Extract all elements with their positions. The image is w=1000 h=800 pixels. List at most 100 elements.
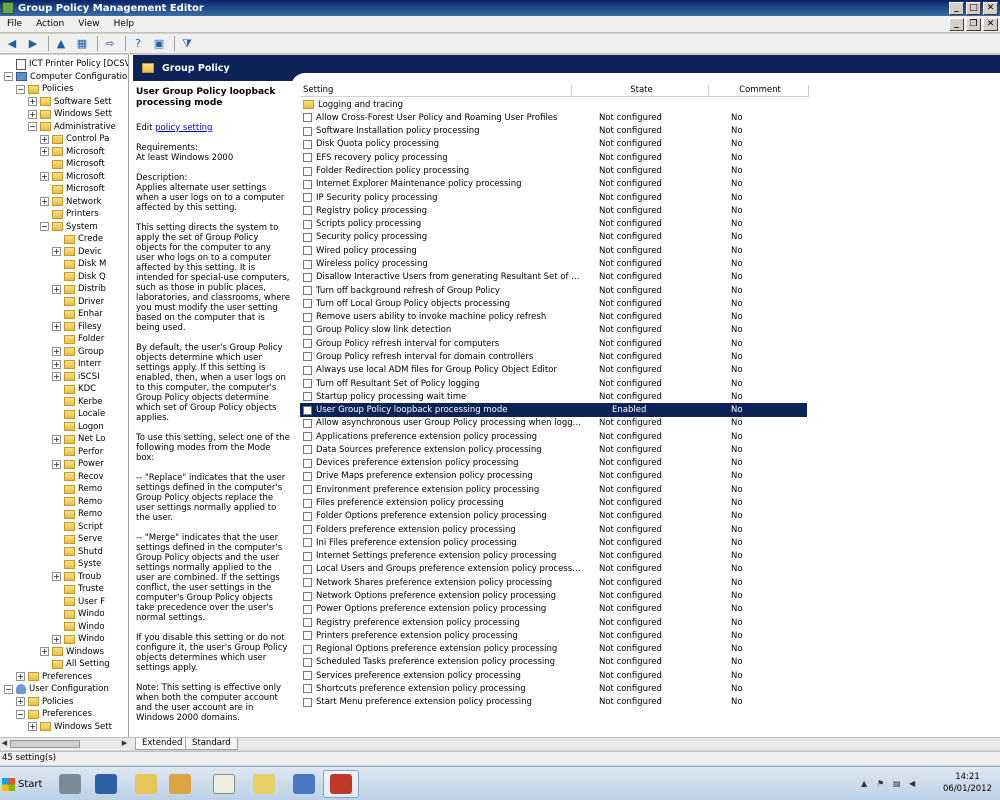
setting-row[interactable]: Registry policy processing Not configured… (300, 204, 807, 217)
tree-node[interactable]: − User Configuration (4, 683, 109, 695)
tree-node[interactable]: + Windows Sett (28, 108, 112, 120)
network-icon[interactable]: ▤ (893, 779, 903, 789)
tree-node[interactable]: Windo (52, 608, 105, 620)
setting-row[interactable]: Ini Files preference extension policy pr… (300, 536, 807, 549)
close-button[interactable]: ✕ (983, 1, 998, 15)
tree-node[interactable]: Shutd (52, 546, 103, 558)
setting-row[interactable]: Scripts policy processing Not configured N… (300, 218, 807, 231)
setting-row[interactable]: Registry preference extension policy pro… (300, 616, 807, 629)
collapse-icon[interactable]: − (40, 222, 49, 231)
collapse-icon[interactable]: − (4, 684, 13, 694)
tree-node[interactable]: + Power (52, 458, 104, 470)
collapse-icon[interactable]: − (4, 72, 13, 81)
setting-row[interactable]: Disallow Interactive Users from generati… (300, 271, 807, 284)
collapse-icon[interactable]: − (28, 122, 37, 131)
tree-node[interactable]: + Microsoft (40, 146, 105, 158)
tree-node[interactable]: + Policies (16, 696, 73, 708)
setting-row[interactable]: Network Shares preference extension poli… (300, 576, 807, 589)
tree-node[interactable]: Recov (52, 471, 104, 483)
tree-node[interactable]: − Policies (16, 83, 73, 95)
admin-tools-icon[interactable] (286, 770, 322, 798)
setting-row[interactable]: Folder Redirection policy processing Not … (300, 164, 807, 177)
tree-node[interactable]: + Software Sett (28, 96, 111, 108)
up-folder-icon[interactable]: ▲ (52, 36, 70, 52)
setting-row[interactable]: Disk Quota policy processing Not configur… (300, 138, 807, 151)
tree-node[interactable]: User F (52, 596, 105, 608)
tree-node[interactable]: ICT Printer Policy [DCSVR (4, 58, 128, 70)
setting-row[interactable]: Drive Maps preference extension policy p… (300, 470, 807, 483)
setting-row[interactable]: Internet Settings preference extension p… (300, 550, 807, 563)
setting-row[interactable]: IP Security policy processing Not configu… (300, 191, 807, 204)
tree-node[interactable]: Syste (52, 558, 101, 570)
setting-row[interactable]: Allow Cross-Forest User Policy and Roami… (300, 111, 807, 124)
maximize-button[interactable]: □ (966, 1, 981, 15)
tree-node[interactable]: + Network (40, 196, 102, 208)
tree-node[interactable]: − Administrative (28, 121, 116, 133)
doc-close-button[interactable]: ✕ (983, 17, 998, 31)
tree-node[interactable]: − System (40, 221, 98, 233)
tree-horizontal-scrollbar[interactable]: ◀ ▶ (0, 737, 129, 749)
expand-icon[interactable]: + (28, 722, 37, 731)
tree-node[interactable]: Microsoft (40, 183, 105, 195)
setting-row[interactable]: Start Menu preference extension policy p… (300, 696, 807, 709)
doc-minimize-button[interactable]: _ (949, 17, 964, 31)
event-viewer-icon[interactable] (246, 770, 282, 798)
tree-node[interactable]: Disk M (52, 258, 106, 270)
tree-node[interactable]: Perfor (52, 446, 103, 458)
tree-node[interactable]: Folder (52, 333, 104, 345)
expand-icon[interactable]: + (52, 459, 61, 469)
column-header-setting[interactable]: Setting (300, 85, 572, 97)
export-list-icon[interactable]: ⇨ (101, 36, 119, 52)
setting-row[interactable]: Folders preference extension policy proc… (300, 523, 807, 536)
setting-row[interactable]: Scheduled Tasks preference extension pol… (300, 656, 807, 669)
tree-node[interactable]: + Microsoft (40, 171, 105, 183)
clock[interactable]: 14:21 06/01/2012 (943, 771, 992, 795)
tree-node[interactable]: + Control Pa (40, 133, 109, 145)
menu-help[interactable]: Help (107, 19, 142, 29)
setting-row[interactable]: Applications preference extension policy… (300, 430, 807, 443)
flag-icon[interactable]: ⚑ (877, 779, 887, 789)
server-manager-icon[interactable] (52, 770, 88, 798)
tree-node[interactable]: + Filesy (52, 321, 102, 333)
expand-icon[interactable]: + (52, 359, 61, 369)
powershell-icon[interactable] (88, 770, 124, 798)
setting-row[interactable]: Startup policy processing wait time Not c… (300, 390, 807, 403)
setting-row[interactable]: Power Options preference extension polic… (300, 603, 807, 616)
expand-icon[interactable]: + (52, 634, 61, 644)
setting-row[interactable]: Shortcuts preference extension policy pr… (300, 682, 807, 695)
expand-icon[interactable]: + (16, 697, 25, 706)
expand-icon[interactable]: + (40, 172, 49, 181)
tab-standard[interactable]: Standard (185, 738, 238, 750)
expand-icon[interactable]: + (28, 109, 37, 119)
setting-row[interactable]: User Group Policy loopback processing mo… (300, 403, 807, 417)
setting-row[interactable]: Software Installation policy processing N… (300, 125, 807, 138)
setting-row[interactable]: Network Options preference extension pol… (300, 589, 807, 602)
scroll-thumb[interactable] (10, 740, 80, 748)
tree-node[interactable]: Driver (52, 296, 104, 308)
task-scheduler-icon[interactable] (162, 770, 198, 798)
volume-icon[interactable]: ◀ (909, 779, 919, 789)
expand-icon[interactable]: + (52, 284, 61, 294)
doc-restore-button[interactable]: ❐ (966, 17, 981, 31)
tree-node[interactable]: − Preferences (16, 708, 92, 720)
setting-row[interactable]: Turn off Resultant Set of Policy logging… (300, 377, 807, 390)
scroll-left-icon[interactable]: ◀ (0, 739, 9, 749)
tree-node[interactable]: KDC (52, 383, 96, 395)
scroll-right-icon[interactable]: ▶ (120, 739, 129, 749)
tree-node[interactable]: + Windo (52, 633, 105, 645)
collapse-icon[interactable]: − (16, 84, 25, 94)
expand-icon[interactable]: + (52, 247, 61, 256)
expand-icon[interactable]: + (52, 434, 61, 444)
setting-row[interactable]: Turn off background refresh of Group Pol… (300, 284, 807, 297)
tab-extended[interactable]: Extended (135, 738, 190, 750)
tree-node[interactable]: + Net Lo (52, 433, 105, 445)
setting-row[interactable]: Group Policy slow link detection Not conf… (300, 324, 807, 337)
tree-node[interactable]: Printers (40, 208, 99, 220)
expand-icon[interactable]: + (40, 147, 49, 156)
tree-node[interactable]: Logon (52, 421, 104, 433)
tree-node[interactable]: Serve (52, 533, 102, 545)
tree-node[interactable]: + Devic (52, 246, 102, 258)
setting-row[interactable]: Remove users ability to invoke machine p… (300, 310, 807, 323)
tree-node[interactable]: Kerbe (52, 396, 103, 408)
group-policy-editor-icon[interactable] (323, 770, 359, 798)
